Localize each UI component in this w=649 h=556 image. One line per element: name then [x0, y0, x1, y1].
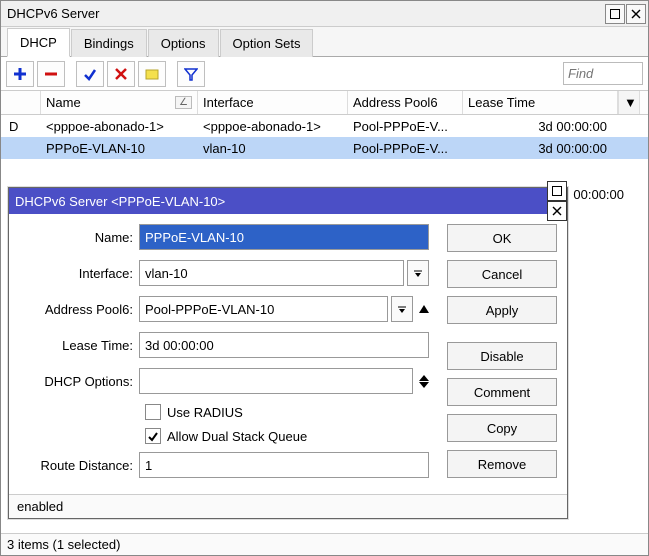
find-input[interactable]: [563, 62, 643, 85]
table-row[interactable]: PPPoE-VLAN-10 vlan-10 Pool-PPPoE-V... 3d…: [1, 137, 648, 159]
pool-dropdown-button[interactable]: [391, 296, 413, 322]
row-pool: Pool-PPPoE-V...: [348, 117, 463, 136]
close-button[interactable]: [626, 4, 646, 24]
window-buttons: [604, 4, 648, 24]
column-menu-button[interactable]: ▼: [618, 91, 640, 114]
comment-button[interactable]: Comment: [447, 378, 557, 406]
use-radius-checkbox[interactable]: [145, 404, 161, 420]
pool-field[interactable]: [139, 296, 388, 322]
pool-up-button[interactable]: [419, 305, 429, 313]
row-flag: D: [1, 117, 41, 136]
copy-button[interactable]: Copy: [447, 414, 557, 442]
dialog-status: enabled: [9, 494, 567, 518]
maximize-button[interactable]: [605, 4, 625, 24]
row-name: <pppoe-abonado-1>: [41, 117, 198, 136]
sort-indicator[interactable]: ∠: [175, 96, 192, 109]
cancel-button[interactable]: Cancel: [447, 260, 557, 288]
interface-field[interactable]: [139, 260, 404, 286]
apply-button[interactable]: Apply: [447, 296, 557, 324]
col-name[interactable]: Name ∠: [41, 91, 198, 114]
form-column: Name: Interface: Address Pool6: Lease: [19, 224, 429, 488]
tab-bindings[interactable]: Bindings: [71, 29, 147, 57]
enable-button[interactable]: [76, 61, 104, 87]
tab-bar: DHCP Bindings Options Option Sets: [1, 27, 648, 57]
row-interface: <pppoe-abonado-1>: [198, 117, 348, 136]
button-column: OK Cancel Apply Disable Comment Copy Rem…: [447, 224, 557, 488]
row-flag: [1, 146, 41, 150]
table-row[interactable]: D <pppoe-abonado-1> <pppoe-abonado-1> Po…: [1, 115, 648, 137]
main-titlebar: DHCPv6 Server: [1, 1, 648, 27]
main-title: DHCPv6 Server: [7, 6, 604, 21]
route-distance-field[interactable]: [139, 452, 429, 478]
add-button[interactable]: [6, 61, 34, 87]
row-interface: vlan-10: [198, 139, 348, 158]
row-name: PPPoE-VLAN-10: [41, 139, 198, 158]
name-field[interactable]: [139, 224, 429, 250]
dialog-close-button[interactable]: [547, 201, 567, 221]
allow-dual-checkbox[interactable]: [145, 428, 161, 444]
filter-button[interactable]: [177, 61, 205, 87]
status-bar: 3 items (1 selected): [1, 533, 648, 555]
grid-header: Name ∠ Interface Address Pool6 Lease Tim…: [1, 91, 648, 115]
label-interface: Interface:: [19, 266, 139, 281]
label-dhcp-options: DHCP Options:: [19, 374, 139, 389]
col-address-pool[interactable]: Address Pool6: [348, 91, 463, 114]
label-pool: Address Pool6:: [19, 302, 139, 317]
tab-dhcp[interactable]: DHCP: [7, 28, 70, 57]
lease-field[interactable]: [139, 332, 429, 358]
row-lease: 3d 00:00:00: [463, 117, 618, 136]
edit-dialog: DHCPv6 Server <PPPoE-VLAN-10> Name: Inte…: [8, 187, 568, 519]
disable-button[interactable]: [107, 61, 135, 87]
allow-dual-label: Allow Dual Stack Queue: [167, 429, 307, 444]
row-lease-partial: 00:00:00: [573, 187, 624, 202]
ok-button[interactable]: OK: [447, 224, 557, 252]
toolbar: [1, 57, 648, 91]
comment-button[interactable]: [138, 61, 166, 87]
tab-options[interactable]: Options: [148, 29, 219, 57]
col-interface[interactable]: Interface: [198, 91, 348, 114]
tab-option-sets[interactable]: Option Sets: [220, 29, 314, 57]
grid-body: D <pppoe-abonado-1> <pppoe-abonado-1> Po…: [1, 115, 648, 159]
label-name: Name:: [19, 230, 139, 245]
use-radius-label: Use RADIUS: [167, 405, 243, 420]
label-lease: Lease Time:: [19, 338, 139, 353]
row-lease: 3d 00:00:00: [463, 139, 618, 158]
col-flag[interactable]: [1, 91, 41, 114]
dialog-titlebar: DHCPv6 Server <PPPoE-VLAN-10>: [9, 188, 567, 214]
col-lease-time[interactable]: Lease Time: [463, 91, 618, 114]
disable-button[interactable]: Disable: [447, 342, 557, 370]
row-pool: Pool-PPPoE-V...: [348, 139, 463, 158]
dhcp-options-expand-button[interactable]: [419, 375, 429, 388]
remove-button[interactable]: [37, 61, 65, 87]
label-route-distance: Route Distance:: [19, 458, 139, 473]
col-name-label: Name: [46, 95, 81, 110]
dhcp-options-field[interactable]: [139, 368, 413, 394]
remove-button[interactable]: Remove: [447, 450, 557, 478]
dialog-title: DHCPv6 Server <PPPoE-VLAN-10>: [15, 194, 225, 209]
interface-dropdown-button[interactable]: [407, 260, 429, 286]
dialog-maximize-button[interactable]: [547, 181, 567, 201]
